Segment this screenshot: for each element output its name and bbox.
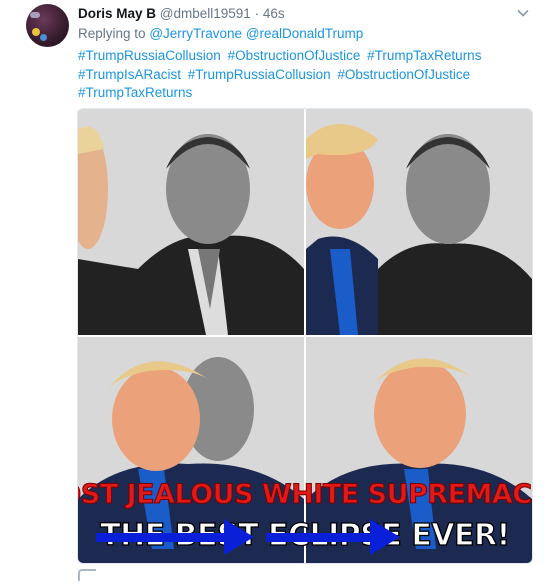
hashtag-link[interactable]: #TrumpIsARacist [78,67,181,82]
separator: · [254,6,260,21]
tweet-actions [78,568,96,586]
reply-prefix: Replying to [78,26,146,41]
reply-mention[interactable]: @realDonaldTrump [246,26,364,41]
hashtag-link[interactable]: #ObstructionOfJustice [228,48,361,63]
hashtag-link[interactable]: #TrumpRussiaCollusion [188,67,331,82]
avatar[interactable] [26,4,69,47]
reply-context: Replying to @JerryTravone @realDonaldTru… [78,26,363,41]
hashtag-link[interactable]: #TrumpTaxReturns [78,85,192,100]
author-handle[interactable]: @dmbell19591 [160,6,251,21]
reply-icon[interactable] [78,569,96,581]
timestamp[interactable]: 46s [263,6,285,21]
tweet[interactable]: Doris May B @dmbell19591 · 46s Replying … [0,0,549,581]
hashtag-link[interactable]: #TrumpTaxReturns [367,48,481,63]
meme-caption-line-1: MOST JEALOUS WHITE SUPREMACIST [78,479,532,510]
author-name[interactable]: Doris May B [78,6,156,21]
hashtag-link[interactable]: #ObstructionOfJustice [337,67,470,82]
tweet-text: #TrumpRussiaCollusion #ObstructionOfJust… [78,47,528,103]
hashtag-link[interactable]: #TrumpRussiaCollusion [78,48,221,63]
chevron-down-icon[interactable] [516,6,530,20]
reply-mention[interactable]: @JerryTravone [149,26,242,41]
tweet-header: Doris May B @dmbell19591 · 46s [78,6,285,22]
tweet-media-image[interactable]: MOST JEALOUS WHITE SUPREMACIST THE BEST … [77,108,533,564]
